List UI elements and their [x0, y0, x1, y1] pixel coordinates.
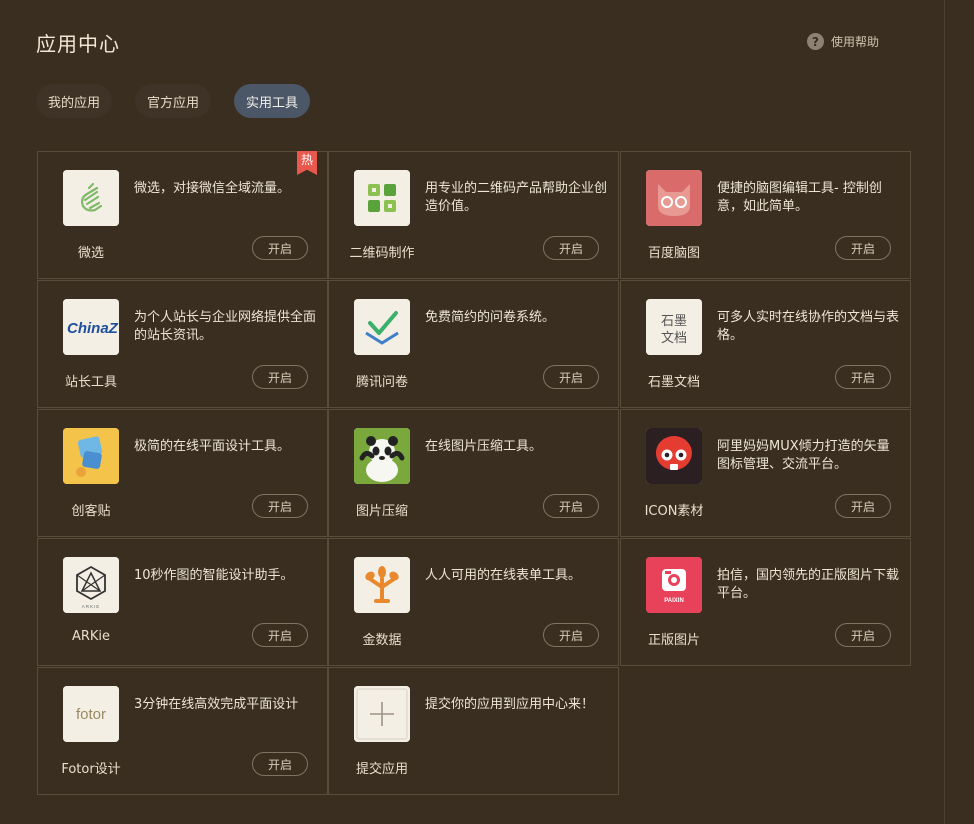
svg-text:ARKIE: ARKIE	[82, 604, 101, 609]
app-card-paixin: PAIXIN 拍信，国内领先的正版图片下载平台。 正版图片 开启	[620, 538, 911, 666]
app-name: 微选	[77, 246, 104, 261]
app-desc: 用专业的二维码产品帮助企业创造价值。	[425, 181, 608, 214]
tab-my-apps[interactable]: 我的应用	[36, 84, 113, 118]
app-desc: 人人可用的在线表单工具。	[425, 568, 582, 583]
fotor-icon: fotor	[63, 686, 119, 742]
app-desc: 阿里妈妈MUX倾力打造的矢量图标管理、交流平台。	[717, 439, 890, 472]
enable-button[interactable]: 开启	[252, 623, 308, 647]
tencent-wenjuan-icon	[354, 299, 410, 355]
app-desc: 3分钟在线高效完成平面设计	[134, 697, 299, 712]
app-desc: 微选，对接微信全域流量。	[134, 181, 291, 196]
app-card-naotu: 便捷的脑图编辑工具- 控制创意，如此简单。 百度脑图 开启	[620, 151, 911, 279]
enable-button[interactable]: 开启	[835, 623, 891, 647]
app-desc: 为个人站长与企业网络提供全面的站长资讯。	[134, 310, 317, 343]
app-name: 金数据	[362, 633, 402, 648]
app-name: Fotor设计	[61, 762, 121, 777]
app-desc: 在线图片压缩工具。	[425, 439, 543, 454]
enable-button[interactable]: 开启	[252, 494, 308, 518]
enable-button[interactable]: 开启	[835, 494, 891, 518]
svg-text:文档: 文档	[661, 331, 687, 346]
help-label: 使用帮助	[831, 35, 880, 49]
enable-button[interactable]: 开启	[543, 365, 599, 389]
enable-button[interactable]: 开启	[543, 236, 599, 260]
arkie-icon: ARKIE	[63, 557, 119, 613]
hot-badge: 热	[297, 151, 317, 175]
app-desc: 便捷的脑图编辑工具- 控制创意，如此简单。	[717, 181, 882, 214]
svg-text:ChinaZ: ChinaZ	[67, 320, 119, 337]
app-name: ICON素材	[644, 504, 704, 519]
shimo-icon: 石墨 文档	[646, 299, 702, 355]
app-card-jinshuju: 人人可用的在线表单工具。 金数据 开启	[328, 538, 619, 666]
app-name: 站长工具	[64, 375, 117, 390]
jinshuju-icon	[354, 557, 410, 613]
app-name: 二维码制作	[349, 246, 415, 261]
app-card-tinypng: 在线图片压缩工具。 图片压缩 开启	[328, 409, 619, 537]
app-card-fotor: fotor 3分钟在线高效完成平面设计 Fotor设计 开启	[37, 667, 328, 795]
tab-bar: 我的应用 官方应用 实用工具	[36, 84, 311, 118]
svg-text:fotor: fotor	[76, 706, 106, 723]
baidu-naotu-icon	[646, 170, 702, 226]
app-name: ARKie	[71, 629, 111, 644]
right-divider	[944, 0, 945, 824]
app-card-shimo: 石墨 文档 可多人实时在线协作的文档与表格。 石墨文档 开启	[620, 280, 911, 408]
app-desc: 提交你的应用到应用中心来！	[425, 697, 595, 712]
app-desc: 拍信，国内领先的正版图片下载平台。	[717, 568, 900, 601]
app-card-submit[interactable]: 提交你的应用到应用中心来！ 提交应用	[328, 667, 619, 795]
app-desc: 极简的在线平面设计工具。	[134, 439, 291, 454]
iconfont-icon	[646, 428, 702, 484]
app-desc: 可多人实时在线协作的文档与表格。	[717, 310, 900, 343]
page-title: 应用中心	[36, 32, 120, 56]
app-card-weixuan: 热 微选，对接微信全域流量。 微选 开启	[37, 151, 328, 279]
chuangkit-icon	[63, 428, 119, 484]
tab-official-apps[interactable]: 官方应用	[135, 84, 212, 118]
app-card-qrcode: 用专业的二维码产品帮助企业创造价值。 二维码制作 开启	[328, 151, 619, 279]
help-icon: ?	[807, 33, 824, 50]
app-card-chinaz: ChinaZ 为个人站长与企业网络提供全面的站长资讯。 站长工具 开启	[37, 280, 328, 408]
app-name: 创客贴	[71, 504, 111, 519]
app-name: 提交应用	[355, 762, 408, 777]
app-name: 正版图片	[647, 633, 700, 648]
app-desc: 10秒作图的智能设计助手。	[134, 568, 294, 583]
app-name: 图片压缩	[355, 504, 408, 519]
app-card-wenjuan: 免费简约的问卷系统。 腾讯问卷 开启	[328, 280, 619, 408]
enable-button[interactable]: 开启	[252, 752, 308, 776]
panda-icon	[354, 428, 410, 484]
app-name: 石墨文档	[647, 375, 700, 390]
app-card-iconfont: 阿里妈妈MUX倾力打造的矢量图标管理、交流平台。 ICON素材 开启	[620, 409, 911, 537]
app-card-chuangkit: 极简的在线平面设计工具。 创客贴 开启	[37, 409, 328, 537]
enable-button[interactable]: 开启	[835, 365, 891, 389]
tab-utilities[interactable]: 实用工具	[234, 84, 311, 118]
paixin-icon: PAIXIN	[646, 557, 702, 613]
enable-button[interactable]: 开启	[252, 365, 308, 389]
app-desc: 免费简约的问卷系统。	[425, 310, 556, 325]
weixuan-icon	[63, 170, 119, 226]
app-name: 腾讯问卷	[355, 375, 408, 390]
qrcode-icon	[354, 170, 410, 226]
app-name: 百度脑图	[647, 246, 700, 261]
enable-button[interactable]: 开启	[835, 236, 891, 260]
plus-icon[interactable]	[354, 686, 410, 742]
enable-button[interactable]: 开启	[252, 236, 308, 260]
enable-button[interactable]: 开启	[543, 494, 599, 518]
svg-text:PAIXIN: PAIXIN	[664, 598, 684, 604]
help-link[interactable]: ? 使用帮助	[807, 33, 879, 50]
svg-text:石墨: 石墨	[661, 314, 687, 329]
chinaz-icon: ChinaZ	[63, 299, 119, 355]
app-card-arkie: ARKIE 10秒作图的智能设计助手。 ARKie 开启	[37, 538, 328, 666]
app-grid: 热 微选，对接微信全域流量。 微选 开启 用专业的二维码产品帮助企业创造价值。 …	[37, 151, 914, 797]
enable-button[interactable]: 开启	[543, 623, 599, 647]
